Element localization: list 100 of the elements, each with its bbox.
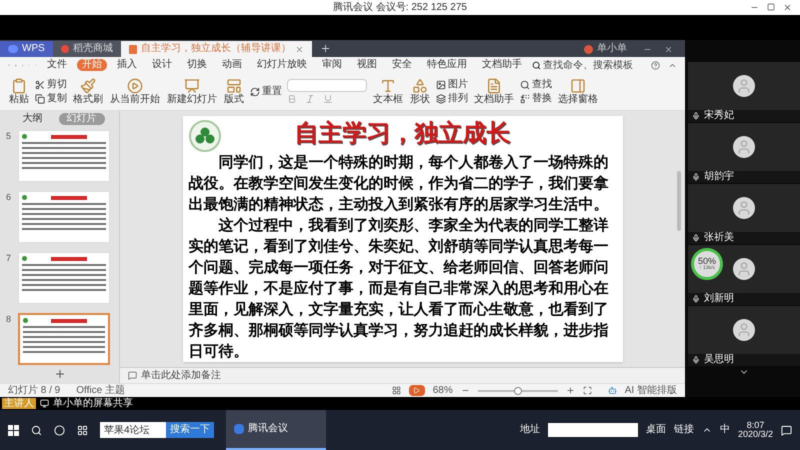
avatar-silhouette-icon xyxy=(733,319,755,341)
menu-tab[interactable]: 安全 xyxy=(387,59,418,71)
slide-number: 8 xyxy=(6,313,12,326)
slide-number: 7 xyxy=(6,252,12,265)
search-button[interactable]: 搜索一下 xyxy=(166,422,214,438)
add-slide-icon[interactable] xyxy=(54,368,66,380)
text-icon xyxy=(380,78,396,94)
browser-search-field[interactable]: 苹果4论坛 xyxy=(100,422,166,438)
cortana-icon[interactable] xyxy=(54,424,65,436)
note-icon xyxy=(128,371,137,380)
scissors-icon xyxy=(35,80,45,90)
clock-time: 8:07 xyxy=(746,421,764,430)
slide-title: 自主学习，独立成长 xyxy=(294,120,512,148)
close-icon[interactable] xyxy=(664,44,673,54)
task-view-icon[interactable] xyxy=(77,424,88,436)
zoom-thumb[interactable] xyxy=(514,386,522,394)
slide-thumbnail[interactable] xyxy=(18,313,110,365)
user-avatar[interactable] xyxy=(584,44,593,54)
menu-tab[interactable]: 文档助手 xyxy=(477,59,528,71)
address-field[interactable] xyxy=(548,423,638,437)
bold-icon[interactable] xyxy=(287,94,297,104)
layout-icon xyxy=(226,78,242,94)
play-button[interactable] xyxy=(408,385,425,396)
command-search-field[interactable]: 查找命令、搜索模板 xyxy=(543,60,644,70)
italic-icon[interactable] xyxy=(305,94,315,104)
underline-icon[interactable] xyxy=(323,94,333,104)
play-icon xyxy=(127,78,143,94)
document-tab[interactable]: 稻壳商城 xyxy=(52,41,121,57)
ribbon-button[interactable]: 文档助手 xyxy=(473,78,515,105)
ribbon-button[interactable]: 文本框 xyxy=(372,78,404,105)
slide-number: 6 xyxy=(6,191,12,204)
participant-name: 胡韵宇 xyxy=(704,172,734,182)
ribbon-button[interactable]: 从当前开始 xyxy=(109,78,161,105)
ribbon-small-button[interactable]: 重置 xyxy=(250,86,282,98)
taskbar-app[interactable]: 腾讯会议 xyxy=(226,410,326,450)
reset-icon xyxy=(250,86,260,96)
menu-tab[interactable]: 设计 xyxy=(147,59,178,71)
network-percent: 50% xyxy=(698,257,716,266)
participant-name: 刘新明 xyxy=(704,294,734,304)
menu-tab[interactable]: 幻灯片放映 xyxy=(252,59,312,71)
clipboard-icon xyxy=(11,78,27,94)
maximize-icon[interactable] xyxy=(767,3,775,11)
ribbon-small-button[interactable]: 剪切 xyxy=(35,78,67,90)
menu-tab[interactable]: 切换 xyxy=(182,59,212,71)
theme-name: Office 主题 xyxy=(76,386,125,396)
zoom-in-icon[interactable] xyxy=(566,386,575,395)
ribbon-button[interactable]: 粘贴 xyxy=(8,78,30,105)
windows-logo-icon[interactable] xyxy=(8,424,19,436)
notification-icon[interactable] xyxy=(781,424,792,436)
sorter-view-icon[interactable] xyxy=(392,386,401,395)
search-icon xyxy=(532,60,542,70)
ribbon-small-button[interactable]: 复制 xyxy=(35,92,67,104)
meeting-title: 腾讯会议 会议号: 252 125 275 xyxy=(333,2,467,12)
menu-tab[interactable]: 视图 xyxy=(352,59,382,71)
menu-tab[interactable]: 动画 xyxy=(217,59,248,71)
avatar-silhouette-icon xyxy=(733,258,755,280)
ribbon-small-button[interactable]: 排列 xyxy=(436,92,468,104)
paintbrush-icon xyxy=(80,78,96,94)
fit-icon[interactable] xyxy=(582,386,592,395)
ai-layout-label[interactable]: AI 智能排版 xyxy=(624,386,677,396)
close-icon[interactable] xyxy=(783,3,792,12)
ribbon-button[interactable]: 形状 xyxy=(409,78,431,105)
participant-name: 张祈美 xyxy=(704,233,734,243)
slide-number: 5 xyxy=(6,130,12,143)
ribbon-button[interactable]: 格式刷 xyxy=(72,78,104,105)
participant-name: 宋秀妃 xyxy=(704,111,734,121)
new-tab-icon[interactable] xyxy=(320,43,331,54)
avatar-silhouette-icon xyxy=(733,75,755,97)
menu-tab[interactable]: 文件 xyxy=(42,59,72,71)
ribbon-button[interactable]: 选择窗格 xyxy=(557,78,599,105)
ribbon-small-button[interactable]: 图片 xyxy=(436,78,468,90)
slide-count: 幻灯片 8 / 9 xyxy=(8,386,60,396)
screen-share-icon xyxy=(40,399,49,408)
ribbon-small-button[interactable]: 替换 xyxy=(520,92,552,104)
help-icon[interactable] xyxy=(651,60,660,70)
search-icon[interactable] xyxy=(31,424,42,436)
copy-icon xyxy=(35,94,45,104)
pane-icon xyxy=(570,78,586,94)
slide-paragraph: 这个过程中，我看到了刘奕彤、李家全为代表的同学工整详实的笔记，看到了刘佳兮、朱奕妃、刘舒萌等同学认真思考每一个问题、完成每一项任务，对于征文、给老师回信、回答老师问题等作业，不是应付了事，而是有自己非常深入的思考和用心在里面，见解深入，文字量充实，让人看了而心生敬意，也看到了齐多桐、那桐硕等同学认真学习，努力追赶的成长样貌，进步指日可待。 xyxy=(188,216,610,362)
panel-tab[interactable]: 大纲 xyxy=(14,113,50,125)
menu-tab[interactable]: 审阅 xyxy=(317,59,348,71)
menu-tab[interactable]: 插入 xyxy=(112,59,142,71)
ai-icon xyxy=(608,386,617,395)
shapes-icon xyxy=(412,78,428,94)
scrollbar xyxy=(677,171,681,231)
zoom-level: 68% xyxy=(432,386,453,396)
input-method[interactable]: 中 xyxy=(720,425,730,435)
font-field[interactable] xyxy=(287,79,367,92)
toolbar-label[interactable]: 链接 xyxy=(674,425,694,435)
document-tab[interactable]: WPS xyxy=(0,41,53,57)
menu-tab[interactable]: 特色应用 xyxy=(422,59,472,71)
ribbon-small-button[interactable]: 查找 xyxy=(520,78,552,90)
role-tag: 主讲人 xyxy=(2,398,36,409)
mic-icon xyxy=(692,173,700,181)
image-icon xyxy=(436,80,446,90)
ribbon-button[interactable]: 新建幻灯片 xyxy=(166,78,218,105)
ribbon-button[interactable]: 版式 xyxy=(223,78,245,105)
close-icon[interactable] xyxy=(294,44,304,54)
toolbar-label[interactable]: 桌面 xyxy=(646,425,666,435)
layers-icon xyxy=(436,94,446,104)
